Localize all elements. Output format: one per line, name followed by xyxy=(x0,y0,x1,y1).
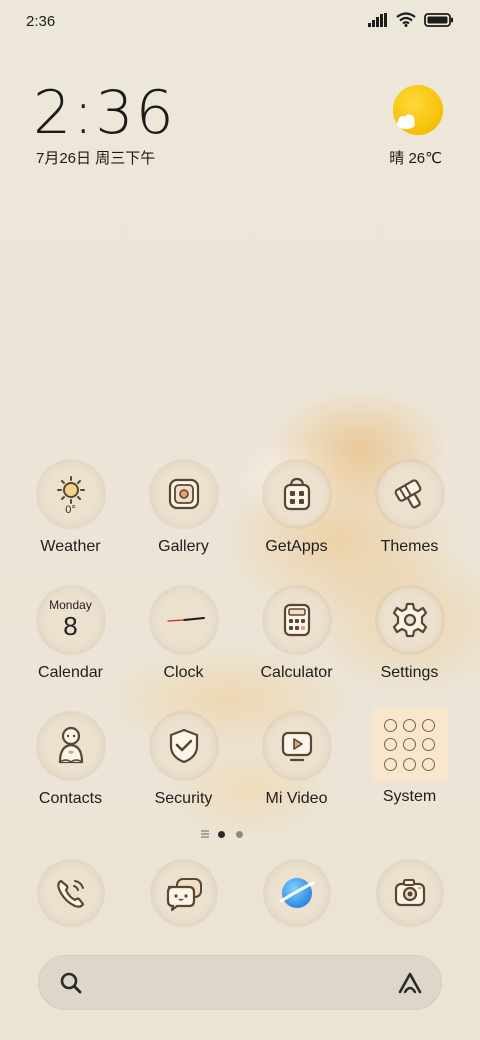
weather-badge: 0° xyxy=(65,504,76,516)
gear-icon xyxy=(392,602,427,638)
wifi-icon xyxy=(396,12,416,27)
app-label: Weather xyxy=(40,538,101,555)
phone-icon xyxy=(56,879,84,908)
weather-temperature: 26℃ xyxy=(408,150,442,167)
mini-app-icon xyxy=(402,719,416,733)
signal-icon xyxy=(368,12,387,27)
message-bubble-icon xyxy=(166,878,202,912)
app-calendar[interactable]: Monday 8 Calendar xyxy=(14,588,127,682)
app-contacts[interactable]: Contacts xyxy=(14,714,127,808)
app-calculator[interactable]: Calculator xyxy=(240,588,353,682)
paint-brush-icon xyxy=(394,479,421,509)
app-clock[interactable]: Clock xyxy=(127,588,240,682)
app-mi-video[interactable]: Mi Video xyxy=(240,714,353,808)
status-time: 2:36 xyxy=(26,13,56,30)
folder-grid-icon xyxy=(372,708,447,782)
app-label: Contacts xyxy=(38,790,103,807)
status-bar: 2:36 xyxy=(0,0,480,42)
dock-messages[interactable] xyxy=(127,862,240,924)
app-label: Mi Video xyxy=(265,790,328,807)
app-label: GetApps xyxy=(265,538,328,555)
calendar-weekday: Monday xyxy=(49,598,92,612)
weather-condition: 晴 xyxy=(389,150,405,167)
sun-cloud-icon xyxy=(393,85,443,135)
app-label: System xyxy=(382,788,437,805)
search-bar[interactable] xyxy=(38,955,442,1010)
mini-app-icon xyxy=(422,738,436,752)
calendar-day: 8 xyxy=(63,611,78,641)
app-label: Calculator xyxy=(260,664,333,681)
mini-app-icon xyxy=(383,757,397,771)
weather-text: 晴 26℃ xyxy=(389,147,442,168)
contact-person-icon xyxy=(58,726,83,764)
clock-icon xyxy=(166,617,205,622)
dock-phone[interactable] xyxy=(14,862,127,924)
app-label: Calendar xyxy=(38,664,103,681)
feed-lines-icon xyxy=(201,830,209,838)
camera-icon xyxy=(394,879,425,907)
mini-app-icon xyxy=(383,719,397,733)
clock-widget-time[interactable]: 2:36 xyxy=(33,78,176,148)
search-icon[interactable] xyxy=(58,970,84,996)
status-icons xyxy=(368,12,454,27)
page-dot xyxy=(236,831,243,838)
app-label: Gallery xyxy=(158,538,209,555)
app-label: Clock xyxy=(163,664,204,681)
app-weather[interactable]: 0° Weather xyxy=(14,462,127,556)
browser-planet-icon xyxy=(279,878,314,908)
mini-app-icon xyxy=(383,738,397,752)
page-dot-active xyxy=(218,831,225,838)
app-label: Security xyxy=(154,790,213,807)
app-system-folder[interactable]: System xyxy=(353,708,466,806)
dock-browser[interactable] xyxy=(240,862,353,924)
page-indicator[interactable] xyxy=(0,826,480,842)
gallery-icon xyxy=(168,478,199,510)
app-security[interactable]: Security xyxy=(127,714,240,808)
mini-app-icon xyxy=(422,757,436,771)
battery-icon xyxy=(424,12,453,27)
calculator-icon xyxy=(283,603,310,637)
shopping-bag-icon xyxy=(283,477,310,511)
mini-app-icon xyxy=(402,757,416,771)
app-getapps[interactable]: GetApps xyxy=(240,462,353,556)
mini-app-icon xyxy=(422,719,436,733)
weather-widget[interactable] xyxy=(392,84,444,136)
app-settings[interactable]: Settings xyxy=(353,588,466,682)
clock-widget-date: 7月26日 周三下午 xyxy=(36,150,156,167)
app-label: Settings xyxy=(380,664,439,681)
app-themes[interactable]: Themes xyxy=(353,462,466,556)
mini-app-icon xyxy=(402,738,416,752)
shield-check-icon xyxy=(169,728,198,764)
app-label: Themes xyxy=(380,538,439,555)
assistant-icon[interactable] xyxy=(396,970,424,996)
video-play-icon xyxy=(281,731,312,762)
dock-camera[interactable] xyxy=(353,862,466,924)
app-gallery[interactable]: Gallery xyxy=(127,462,240,556)
